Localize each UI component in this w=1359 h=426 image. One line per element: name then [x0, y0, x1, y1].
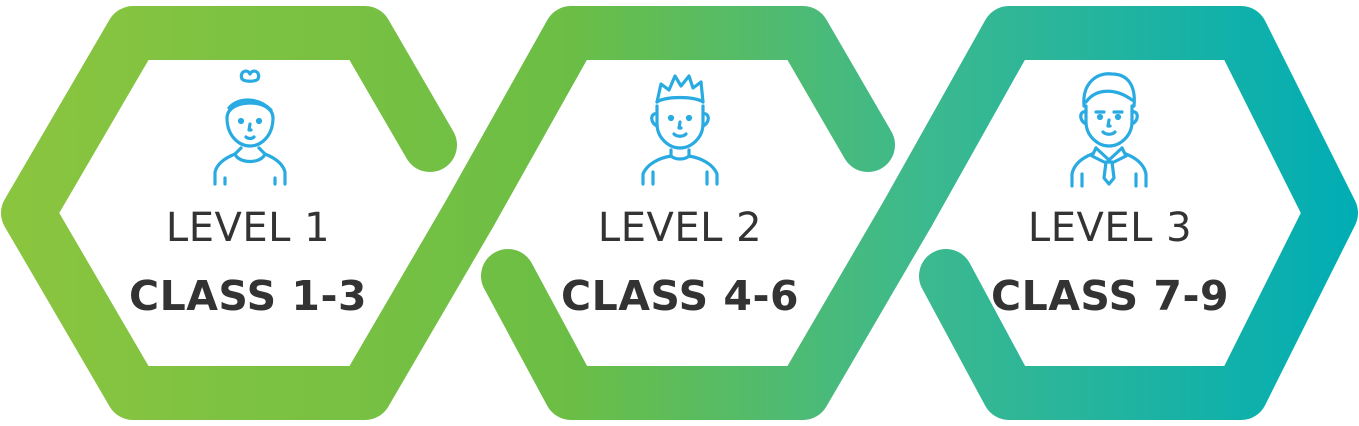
girl-avatar-icon [213, 69, 287, 186]
level-3-label: LEVEL 3 [1027, 205, 1193, 251]
level-3-class-label: CLASS 7-9 [990, 272, 1229, 320]
level-2-label: LEVEL 2 [597, 205, 763, 251]
level-1-label: LEVEL 1 [165, 205, 331, 251]
boy-avatar-icon [641, 74, 719, 186]
young-man-tie-avatar-icon [1070, 72, 1148, 188]
levels-diagram: LEVEL 1 CLASS 1-3 LEVEL 2 CLASS 4-6 LEVE… [0, 0, 1359, 426]
level-1-class-label: CLASS 1-3 [128, 272, 367, 320]
level-2-class-label: CLASS 4-6 [560, 272, 799, 320]
